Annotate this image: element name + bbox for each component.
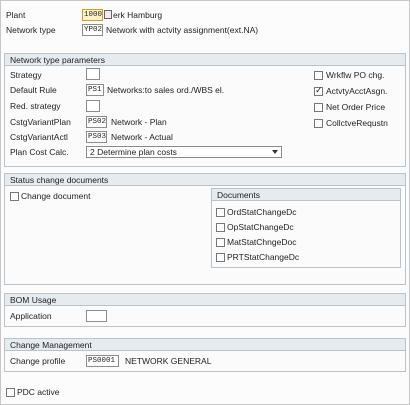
documents-subgroup: Documents OrdStatChangeDc OpStatChangeDc… [211,188,401,268]
wrkflw-po-chg-checkbox[interactable] [314,71,323,80]
ord-stat-change-dc-checkbox[interactable] [216,208,225,217]
wrkflw-po-chg-label: Wrkflw PO chg. [326,70,385,80]
network-type-field[interactable]: YP02 [82,24,103,36]
application-field[interactable] [86,310,107,322]
net-order-price-checkbox[interactable] [314,103,323,112]
actvty-acct-asgn-checkbox[interactable] [314,85,323,96]
network-type-parameters-group: Network type parameters Strategy Default… [4,53,406,167]
mat-stat-chnge-doc-label: MatStatChngeDoc [227,237,297,247]
actvty-acct-asgn-label: ActvtyAcctAsgn. [326,86,388,96]
default-rule-label: Default Rule [10,85,57,95]
network-type-parameters-title: Network type parameters [5,54,405,66]
default-rule-field[interactable]: PS1 [86,84,104,96]
red-strategy-field[interactable] [86,100,100,112]
chevron-down-icon [272,150,278,154]
change-profile-field[interactable]: PS0001 [86,355,119,367]
cstg-variant-actl-label: CstgVariantActl [10,132,68,142]
network-type-label: Network type [6,25,56,35]
change-management-group: Change Management Change profile PS0001 … [4,338,406,372]
red-strategy-label: Red. strategy [10,101,61,111]
application-label: Application [10,311,52,321]
op-stat-change-dc-checkbox[interactable] [216,223,225,232]
network-type-description: Network with actvity assignment(ext.NA) [106,25,259,35]
bom-usage-group: BOM Usage Application [4,293,406,327]
op-stat-change-dc-label: OpStatChangeDc [227,222,294,232]
strategy-field[interactable] [86,68,100,80]
change-document-label: Change document [21,191,91,201]
f4-help-icon[interactable] [104,10,112,19]
cstg-variant-actl-description: Network - Actual [111,132,173,142]
change-document-checkbox[interactable] [10,192,19,201]
plan-cost-calc-dropdown[interactable]: 2 Determine plan costs [86,146,282,158]
change-management-title: Change Management [5,339,405,351]
plant-description: erk Hamburg [113,10,163,20]
prt-stat-change-dc-label: PRTStatChangeDc [227,252,300,262]
collctve-requstn-checkbox[interactable] [314,119,323,128]
documents-title: Documents [212,189,400,201]
pdc-active-label: PDC active [17,387,60,397]
collctve-requstn-label: CollctveRequstn [326,118,388,128]
cstg-variant-plan-field[interactable]: PS02 [86,116,107,128]
plant-field[interactable]: 1000 [82,9,103,21]
mat-stat-chnge-doc-checkbox[interactable] [216,238,225,247]
status-change-documents-group: Status change documents Change document … [4,173,406,285]
ord-stat-change-dc-label: OrdStatChangeDc [227,207,297,217]
cstg-variant-plan-label: CstgVariantPlan [10,117,71,127]
pdc-active-checkbox[interactable] [6,388,15,397]
screen-frame: Plant 1000 erk Hamburg Network type YP02… [0,0,410,405]
bom-usage-title: BOM Usage [5,294,405,306]
plan-cost-calc-value: 2 Determine plan costs [90,147,177,157]
change-profile-description: NETWORK GENERAL [125,356,212,366]
prt-stat-change-dc-checkbox[interactable] [216,253,225,262]
status-change-documents-title: Status change documents [5,174,405,186]
plant-label: Plant [6,10,26,20]
strategy-label: Strategy [10,70,42,80]
plan-cost-calc-label: Plan Cost Calc. [10,147,69,157]
change-profile-label: Change profile [10,356,66,366]
cstg-variant-plan-description: Network - Plan [111,117,167,127]
cstg-variant-actl-field[interactable]: PS03 [86,131,107,143]
default-rule-description: Networks:to sales ord./WBS el. [107,85,225,95]
net-order-price-label: Net Order Price [326,102,386,112]
